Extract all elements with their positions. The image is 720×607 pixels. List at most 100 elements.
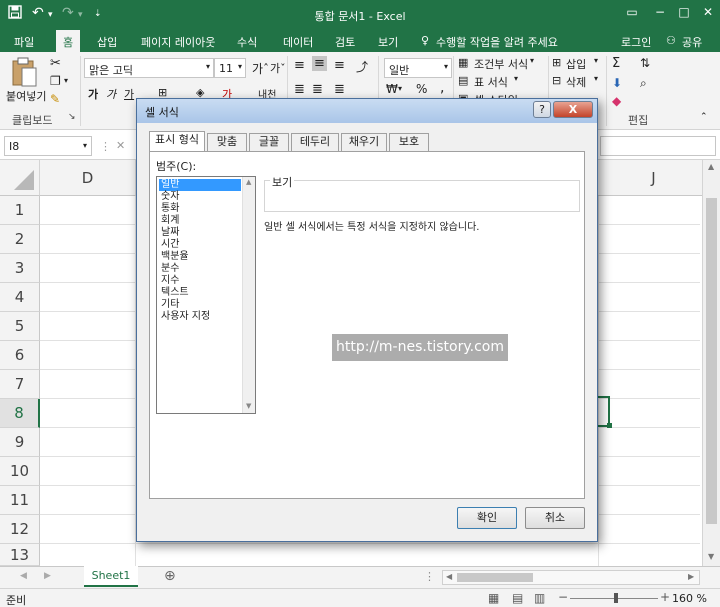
tab-protection[interactable]: 보호 xyxy=(389,133,429,151)
help-button[interactable]: ? xyxy=(533,101,551,118)
category-item-selected[interactable]: 일반 xyxy=(159,179,241,191)
category-item[interactable]: 기타 xyxy=(159,299,241,311)
column-header-j[interactable]: J xyxy=(598,160,710,196)
tab-alignment[interactable]: 맞춤 xyxy=(207,133,247,151)
scrollbar-thumb[interactable] xyxy=(706,198,717,524)
align-top-icon[interactable]: ≡ xyxy=(294,58,305,73)
row-header[interactable]: 7 xyxy=(0,370,40,399)
font-size-box[interactable]: 11 ▾ xyxy=(214,58,246,78)
zoom-in-icon[interactable]: + xyxy=(660,590,670,604)
comma-button[interactable]: , xyxy=(440,80,444,96)
chevron-down-icon[interactable]: ▾ xyxy=(594,56,598,65)
tab-font[interactable]: 글꼴 xyxy=(249,133,289,151)
shrink-font-icon[interactable]: 가ˇ xyxy=(270,60,286,76)
paste-button[interactable]: 붙여넣기 xyxy=(6,88,46,104)
add-sheet-icon[interactable]: ⊕ xyxy=(164,568,176,584)
row-header[interactable]: 13 xyxy=(0,544,40,566)
scroll-down-icon[interactable]: ▼ xyxy=(708,552,714,561)
row-header[interactable]: 12 xyxy=(0,515,40,544)
row-header[interactable]: 5 xyxy=(0,312,40,341)
category-item[interactable]: 숫자 xyxy=(159,191,241,203)
tab-review[interactable]: 검토 xyxy=(335,34,355,50)
fill-icon[interactable]: ⬇ xyxy=(612,76,622,90)
tab-number[interactable]: 표시 형식 xyxy=(149,131,205,152)
zoom-slider-thumb[interactable] xyxy=(614,593,618,603)
number-format-box[interactable]: 일반 ▾ xyxy=(384,58,452,78)
row-header[interactable]: 6 xyxy=(0,341,40,370)
category-list[interactable]: 일반 숫자 통화 회계 날짜 시간 백분율 분수 지수 텍스트 기타 사용자 지… xyxy=(156,176,256,414)
align-left-icon[interactable]: ≣ xyxy=(294,82,305,97)
clear-icon[interactable]: ◆ xyxy=(612,94,621,108)
grow-font-icon[interactable]: 가ˆ xyxy=(252,60,269,77)
copy-icon[interactable]: ❐ xyxy=(50,74,61,88)
tab-home[interactable]: 홈 xyxy=(56,30,81,52)
chevron-down-icon[interactable]: ▾ xyxy=(514,74,518,83)
tab-fill[interactable]: 채우기 xyxy=(341,133,387,151)
align-center-icon[interactable]: ≣ xyxy=(312,82,323,97)
table-format-button[interactable]: 표 서식 xyxy=(474,74,508,90)
chevron-down-icon[interactable]: ▾ xyxy=(594,74,598,83)
tab-page-layout[interactable]: 페이지 레이아웃 xyxy=(141,34,215,50)
category-item[interactable]: 사용자 지정 xyxy=(159,311,241,323)
category-item[interactable]: 분수 xyxy=(159,263,241,275)
page-layout-view-icon[interactable]: ▤ xyxy=(512,591,523,605)
align-middle-icon[interactable]: ≡ xyxy=(312,56,327,71)
autosum-icon[interactable]: Σ xyxy=(612,56,620,71)
tell-me-box[interactable]: 수행할 작업을 알려 주세요 xyxy=(436,34,558,50)
horizontal-scrollbar[interactable]: ◀ ▶ xyxy=(442,570,700,585)
underline-button[interactable]: 가 xyxy=(124,86,134,102)
sort-filter-icon[interactable]: ⇅ xyxy=(640,56,650,70)
conditional-format-button[interactable]: 조건부 서식 xyxy=(474,56,528,72)
category-item[interactable]: 날짜 xyxy=(159,227,241,239)
name-box[interactable]: I8 ▾ xyxy=(4,136,92,156)
zoom-out-icon[interactable]: − xyxy=(558,590,568,604)
align-right-icon[interactable]: ≣ xyxy=(334,82,345,97)
fill-handle[interactable] xyxy=(607,423,612,428)
scroll-right-icon[interactable]: ▶ xyxy=(688,572,694,581)
row-header-active[interactable]: 8 xyxy=(0,399,40,428)
scroll-up-icon[interactable]: ▲ xyxy=(246,178,251,186)
dialog-close-button[interactable]: X xyxy=(553,101,593,118)
scrollbar-thumb[interactable] xyxy=(457,573,533,582)
prev-sheet-icon[interactable]: ◀ xyxy=(20,571,27,581)
bold-button[interactable]: 가 xyxy=(88,86,98,102)
italic-button[interactable]: 가 xyxy=(106,86,116,102)
category-item[interactable]: 시간 xyxy=(159,239,241,251)
currency-icon[interactable]: ₩ xyxy=(386,82,398,96)
row-header[interactable]: 2 xyxy=(0,225,40,254)
next-sheet-icon[interactable]: ▶ xyxy=(44,571,51,581)
vertical-scrollbar[interactable]: ▲ ▼ xyxy=(702,160,720,566)
find-icon[interactable]: ⌕ xyxy=(640,76,647,91)
page-break-view-icon[interactable]: ▥ xyxy=(534,591,545,605)
tab-file[interactable]: 파일 xyxy=(14,34,34,50)
category-scrollbar[interactable]: ▲ ▼ xyxy=(242,177,255,413)
scroll-down-icon[interactable]: ▼ xyxy=(246,402,251,410)
name-box-resize-icon[interactable]: ⋮ xyxy=(100,140,111,153)
percent-button[interactable]: % xyxy=(416,82,427,96)
maximize-icon[interactable]: □ xyxy=(674,5,694,19)
orientation-icon[interactable]: ⤴ xyxy=(356,58,368,75)
tab-split-icon[interactable]: ⋮ xyxy=(424,570,435,583)
category-item[interactable]: 통화 xyxy=(159,203,241,215)
category-item[interactable]: 회계 xyxy=(159,215,241,227)
cancel-icon[interactable]: ✕ xyxy=(116,139,125,152)
sign-in-link[interactable]: 로그인 xyxy=(621,34,651,50)
zoom-level[interactable]: 160 % xyxy=(672,592,707,605)
font-name-box[interactable]: 맑은 고딕 ▾ xyxy=(84,58,214,78)
dialog-title-bar[interactable]: 셀 서식 ? X xyxy=(137,99,597,123)
align-bottom-icon[interactable]: ≡ xyxy=(334,58,345,73)
minimize-icon[interactable]: − xyxy=(650,5,670,19)
row-header[interactable]: 11 xyxy=(0,486,40,515)
row-header[interactable]: 4 xyxy=(0,283,40,312)
tab-view[interactable]: 보기 xyxy=(378,34,398,50)
tab-formulas[interactable]: 수식 xyxy=(237,34,257,50)
row-header[interactable]: 10 xyxy=(0,457,40,486)
row-header[interactable]: 3 xyxy=(0,254,40,283)
column-header-d[interactable]: D xyxy=(40,160,136,196)
select-all-corner[interactable] xyxy=(0,160,40,196)
currency-dropdown-icon[interactable]: ▾ xyxy=(398,84,402,93)
insert-cells-button[interactable]: 삽입 xyxy=(566,56,586,72)
row-header[interactable]: 1 xyxy=(0,196,40,225)
clipboard-launcher-icon[interactable]: ↘ xyxy=(68,112,76,122)
cancel-button[interactable]: 취소 xyxy=(525,507,585,529)
